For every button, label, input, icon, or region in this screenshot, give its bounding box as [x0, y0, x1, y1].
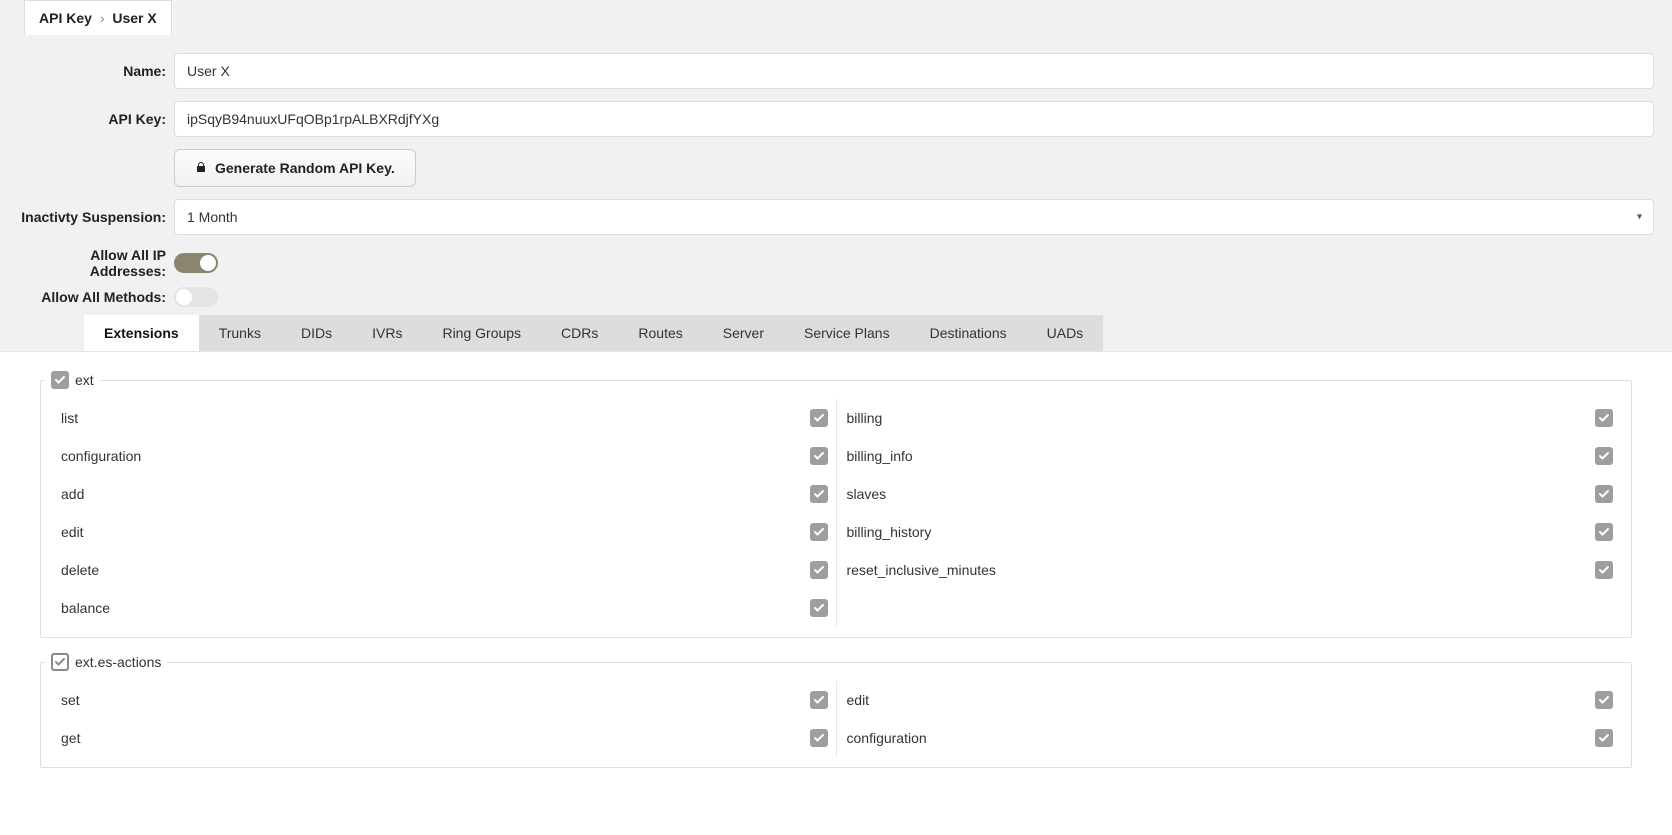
permission-checkbox[interactable] — [1595, 485, 1613, 503]
apikey-label: API Key: — [18, 111, 174, 127]
permission-label: edit — [59, 524, 84, 540]
permission-row: balance — [55, 589, 832, 627]
permission-checkbox[interactable] — [1595, 561, 1613, 579]
allow-methods-label: Allow All Methods: — [18, 289, 174, 305]
allow-methods-toggle[interactable] — [174, 287, 218, 307]
permission-row: billing — [841, 399, 1618, 437]
permission-label: set — [59, 692, 80, 708]
breadcrumb-leaf: User X — [112, 10, 156, 26]
permission-label: reset_inclusive_minutes — [845, 562, 996, 578]
permission-checkbox[interactable] — [810, 729, 828, 747]
permission-checkbox[interactable] — [810, 691, 828, 709]
permission-label: slaves — [845, 486, 887, 502]
permission-row: reset_inclusive_minutes — [841, 551, 1618, 589]
permission-row: edit — [55, 513, 832, 551]
permission-label: configuration — [59, 448, 141, 464]
tab-server[interactable]: Server — [703, 315, 784, 351]
permission-row: delete — [55, 551, 832, 589]
tab-extensions[interactable]: Extensions — [84, 315, 199, 351]
allow-ip-toggle[interactable] — [174, 253, 218, 273]
tab-dids[interactable]: DIDs — [281, 315, 352, 351]
permission-label: edit — [845, 692, 870, 708]
permission-checkbox[interactable] — [810, 599, 828, 617]
allow-ip-label: Allow All IP Addresses: — [18, 247, 174, 279]
permission-label: delete — [59, 562, 99, 578]
permission-row: edit — [841, 681, 1618, 719]
permission-checkbox[interactable] — [810, 561, 828, 579]
tab-ring-groups[interactable]: Ring Groups — [422, 315, 541, 351]
generate-apikey-button[interactable]: Generate Random API Key. — [174, 149, 416, 187]
permission-row: billing_info — [841, 437, 1618, 475]
permission-row: list — [55, 399, 832, 437]
tab-destinations[interactable]: Destinations — [910, 315, 1027, 351]
tabs: Extensions Trunks DIDs IVRs Ring Groups … — [84, 315, 1103, 351]
tab-service-plans[interactable]: Service Plans — [784, 315, 910, 351]
permission-row: add — [55, 475, 832, 513]
inactivity-select[interactable]: 1 Month — [174, 199, 1654, 235]
permission-checkbox[interactable] — [1595, 409, 1613, 427]
name-input[interactable] — [174, 53, 1654, 89]
permission-checkbox[interactable] — [810, 485, 828, 503]
group-esactions-checkbox[interactable] — [51, 653, 69, 671]
permission-label: billing_info — [845, 448, 913, 464]
apikey-input[interactable] — [174, 101, 1654, 137]
tab-cdrs[interactable]: CDRs — [541, 315, 618, 351]
permission-checkbox[interactable] — [810, 523, 828, 541]
permission-group-ext: ext listconfigurationaddeditdeletebalanc… — [40, 380, 1632, 638]
permission-label: list — [59, 410, 78, 426]
generate-apikey-label: Generate Random API Key. — [215, 160, 395, 176]
permission-label: balance — [59, 600, 110, 616]
permission-row: configuration — [841, 719, 1618, 757]
inactivity-label: Inactivty Suspension: — [18, 209, 174, 225]
tab-uads[interactable]: UADs — [1027, 315, 1104, 351]
breadcrumb-separator: › — [96, 10, 109, 26]
permission-checkbox[interactable] — [810, 447, 828, 465]
permission-row: slaves — [841, 475, 1618, 513]
group-ext-checkbox[interactable] — [51, 371, 69, 389]
tab-trunks[interactable]: Trunks — [199, 315, 281, 351]
permission-checkbox[interactable] — [1595, 447, 1613, 465]
permission-checkbox[interactable] — [1595, 729, 1613, 747]
tab-ivrs[interactable]: IVRs — [352, 315, 422, 351]
permission-label: add — [59, 486, 84, 502]
permission-row: configuration — [55, 437, 832, 475]
permission-label: billing_history — [845, 524, 932, 540]
permission-row: get — [55, 719, 832, 757]
name-label: Name: — [18, 63, 174, 79]
lock-icon — [195, 160, 207, 176]
breadcrumb-root[interactable]: API Key — [39, 10, 92, 26]
group-ext-title: ext — [75, 372, 94, 388]
permission-row: billing_history — [841, 513, 1618, 551]
permission-row: set — [55, 681, 832, 719]
permission-label: billing — [845, 410, 883, 426]
group-esactions-title: ext.es-actions — [75, 654, 161, 670]
tab-routes[interactable]: Routes — [618, 315, 702, 351]
breadcrumb: API Key › User X — [24, 0, 172, 35]
permission-checkbox[interactable] — [810, 409, 828, 427]
permission-label: configuration — [845, 730, 927, 746]
permission-checkbox[interactable] — [1595, 523, 1613, 541]
permission-checkbox[interactable] — [1595, 691, 1613, 709]
permission-label: get — [59, 730, 80, 746]
permission-group-esactions: ext.es-actions setget editconfiguration — [40, 662, 1632, 768]
